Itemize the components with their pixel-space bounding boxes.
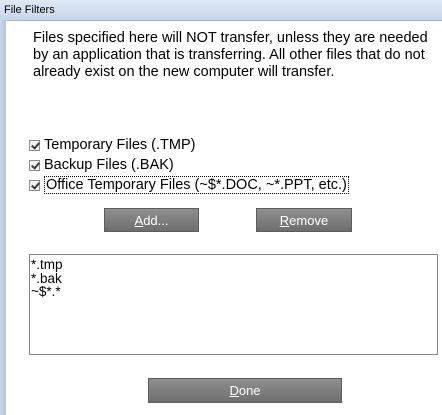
list-item[interactable]: *.tmp xyxy=(31,258,436,272)
list-item[interactable]: ~$*.* xyxy=(31,285,436,299)
title-bar[interactable]: File Filters xyxy=(0,0,442,21)
window-left-border xyxy=(0,20,6,415)
temporary-files-label: Temporary Files (.TMP) xyxy=(44,137,196,153)
temporary-files-checkbox[interactable] xyxy=(29,139,40,151)
backup-files-label: Backup Files (.BAK) xyxy=(44,157,174,173)
patterns-listbox[interactable]: *.tmp *.bak ~$*.* xyxy=(29,254,438,355)
office-temporary-files-checkbox[interactable] xyxy=(29,179,40,191)
filter-temporary-files[interactable]: Temporary Files (.TMP) xyxy=(29,136,195,154)
add-button-label: Add... xyxy=(134,212,169,228)
add-button[interactable]: Add... xyxy=(104,208,199,232)
remove-button[interactable]: Remove xyxy=(256,208,352,232)
done-button-label: Done xyxy=(229,383,261,398)
window-title: File Filters xyxy=(4,4,55,16)
office-temporary-files-label: Office Temporary Files (~$*.DOC, ~*.PPT,… xyxy=(44,176,349,194)
filter-backup-files[interactable]: Backup Files (.BAK) xyxy=(29,156,174,174)
list-item[interactable]: *.bak xyxy=(31,271,436,286)
backup-files-checkbox[interactable] xyxy=(29,159,40,171)
done-button[interactable]: Done xyxy=(148,378,342,403)
remove-button-label: Remove xyxy=(279,212,329,228)
filter-office-temporary-files[interactable]: Office Temporary Files (~$*.DOC, ~*.PPT,… xyxy=(29,176,349,194)
description-text: Files specified here will NOT transfer, … xyxy=(33,30,428,80)
